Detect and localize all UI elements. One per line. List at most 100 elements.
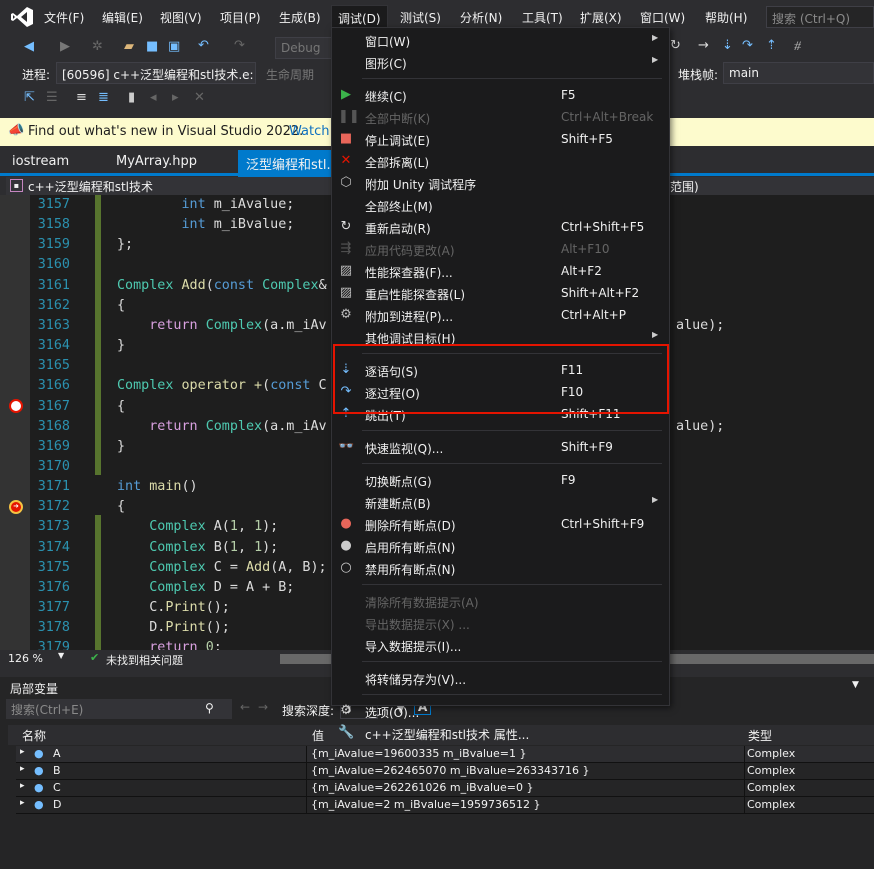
step-over-icon[interactable]: ↷ xyxy=(742,38,753,54)
save-all-icon[interactable]: ▣ xyxy=(168,39,180,55)
column-name[interactable]: 名称 xyxy=(18,725,50,745)
menu-item-32[interactable]: 将转储另存为(V)... xyxy=(332,667,669,689)
line-number: 3157 xyxy=(37,197,70,212)
stackframe-dropdown[interactable]: main xyxy=(723,62,874,84)
menu-9[interactable]: 扩展(X) xyxy=(580,9,622,26)
menu-item-3[interactable]: ▶ 继续(C) F5 xyxy=(332,84,669,106)
open-folder-icon[interactable]: ▰ xyxy=(124,39,134,55)
step-into-icon[interactable]: ⇣ xyxy=(722,38,733,54)
menu-7[interactable]: 分析(N) xyxy=(460,9,502,26)
table-row[interactable]: ▸ ● A {m_iAvalue=19600335 m_iBvalue=1 } Comp… xyxy=(16,746,874,763)
code-token: Complex xyxy=(149,579,206,595)
issues-status[interactable]: 未找到相关问题 xyxy=(106,652,183,668)
line-number: 3162 xyxy=(37,297,70,313)
prev-bookmark-icon[interactable]: ◂ xyxy=(150,90,157,106)
cell-value: {m_iAvalue=262465070 m_iBvalue=263343716… xyxy=(311,764,590,777)
tab-myarray[interactable]: MyArray.hpp xyxy=(116,154,197,169)
configuration-dropdown[interactable]: Debug xyxy=(275,37,335,59)
lifecycle-events-label[interactable]: 生命周期 xyxy=(266,66,314,83)
menu-item-9[interactable]: ↻ 重新启动(R) Ctrl+Shift+F5 xyxy=(332,216,669,238)
menu-item-23[interactable]: 新建断点(B) ▶ xyxy=(332,491,669,513)
parameter-info-icon[interactable]: ☰ xyxy=(46,90,58,106)
menu-item-20[interactable]: 👓 快速监视(Q)... Shift+F9 xyxy=(332,436,669,458)
column-divider xyxy=(306,797,307,814)
save-icon[interactable]: ■ xyxy=(146,39,158,55)
uncomment-icon[interactable]: ≣ xyxy=(98,90,109,106)
show-next-statement-icon[interactable]: → xyxy=(698,38,709,54)
comment-icon[interactable]: ≡ xyxy=(76,90,87,106)
restart-icon[interactable]: ↻ xyxy=(670,38,681,54)
menu-0[interactable]: 文件(F) xyxy=(44,9,84,26)
menu-6[interactable]: 测试(S) xyxy=(400,9,441,26)
expand-arrow-icon[interactable]: ▸ xyxy=(20,781,25,791)
menu-2[interactable]: 视图(V) xyxy=(160,9,202,26)
code-token: (); xyxy=(205,600,230,615)
watch-link[interactable]: Watch xyxy=(289,124,329,139)
code-text: int m_iAvalue; xyxy=(117,195,295,215)
code-token: & xyxy=(318,277,327,293)
next-bookmark-icon[interactable]: ▸ xyxy=(172,90,179,106)
menu-item-6[interactable]: ✕ 全部拆离(L) xyxy=(332,150,669,172)
menu-item-30[interactable]: 导入数据提示(I)... xyxy=(332,634,669,656)
code-token: int xyxy=(181,197,206,212)
menu-item-26[interactable]: ○ 禁用所有断点(N) xyxy=(332,557,669,579)
undo-icon[interactable]: ↶ xyxy=(198,38,209,54)
menu-item-25[interactable]: ● 启用所有断点(N) xyxy=(332,535,669,557)
scope-dropdown[interactable]: 范围) xyxy=(670,178,699,195)
search-icon[interactable]: ⚲ xyxy=(205,701,214,715)
menu-item-0[interactable]: 窗口(W) ▶ xyxy=(332,29,669,51)
column-value[interactable]: 值 xyxy=(308,725,328,745)
cell-name: B xyxy=(53,764,61,777)
menu-item-22[interactable]: 切换断点(G) F9 xyxy=(332,469,669,491)
quick-info-icon[interactable]: ⇱ xyxy=(24,90,35,106)
code-text: return 0; xyxy=(117,638,222,650)
step-out-icon[interactable]: ⇡ xyxy=(766,38,777,54)
forward-icon[interactable]: ▶ xyxy=(60,39,70,55)
menu-item-35[interactable]: 🔧 c++泛型编程和stl技术 属性... xyxy=(332,722,669,744)
hex-display-icon[interactable]: ⧣ xyxy=(794,38,801,54)
tab-iostream[interactable]: iostream xyxy=(12,154,69,169)
menu-11[interactable]: 帮助(H) xyxy=(705,9,747,26)
locals-search-input[interactable]: 搜索(Ctrl+E) xyxy=(6,699,232,719)
attach-icon: ⚙ xyxy=(340,307,352,322)
table-row[interactable]: ▸ ● D {m_iAvalue=2 m_iBvalue=1959736512 } Co… xyxy=(16,797,874,814)
table-row[interactable]: ▸ ● C {m_iAvalue=262261026 m_iBvalue=0 } Com… xyxy=(16,780,874,797)
table-row[interactable]: ▸ ● B {m_iAvalue=262465070 m_iBvalue=263343… xyxy=(16,763,874,780)
bookmark-icon[interactable]: ▮ xyxy=(128,90,135,106)
menu-item-1[interactable]: 图形(C) ▶ xyxy=(332,51,669,73)
panel-menu-icon[interactable]: ▼ xyxy=(852,680,859,690)
column-type[interactable]: 类型 xyxy=(744,725,776,745)
menu-item-34[interactable]: ⚙ 选项(O)... xyxy=(332,700,669,722)
menu-item-13[interactable]: ⚙ 附加到进程(P)... Ctrl+Alt+P xyxy=(332,304,669,326)
menu-item-8[interactable]: 全部终止(M) xyxy=(332,194,669,216)
menu-item-11[interactable]: ▨ 性能探查器(F)... Alt+F2 xyxy=(332,260,669,282)
back-icon[interactable]: ◀ xyxy=(24,39,34,55)
expand-arrow-icon[interactable]: ▸ xyxy=(20,798,25,808)
chevron-down-icon[interactable]: ▼ xyxy=(58,651,64,660)
back-arrow-icon[interactable]: ← xyxy=(240,700,250,714)
menu-item-label: 导出数据提示(X) ... xyxy=(365,618,470,632)
process-dropdown[interactable]: [60596] c++泛型编程和stl技术.e: xyxy=(56,62,256,84)
project-dropdown[interactable]: c++泛型编程和stl技术 xyxy=(28,180,153,194)
expand-arrow-icon[interactable]: ▸ xyxy=(20,747,25,757)
clear-bookmarks-icon[interactable]: ✕ xyxy=(194,90,205,106)
line-number: 3178 xyxy=(37,620,70,636)
menu-4[interactable]: 生成(B) xyxy=(279,9,321,26)
menu-3[interactable]: 项目(P) xyxy=(220,9,261,26)
expand-arrow-icon[interactable]: ▸ xyxy=(20,764,25,774)
zoom-dropdown[interactable]: 126 % xyxy=(8,652,43,665)
redo-icon[interactable]: ↷ xyxy=(234,38,245,54)
menu-item-12[interactable]: ▨ 重启性能探查器(L) Shift+Alt+F2 xyxy=(332,282,669,304)
new-item-icon[interactable]: ✲ xyxy=(92,39,103,55)
menu-1[interactable]: 编辑(E) xyxy=(102,9,143,26)
forward-arrow-icon[interactable]: → xyxy=(258,700,268,714)
menu-item-5[interactable]: ■ 停止调试(E) Shift+F5 xyxy=(332,128,669,150)
locals-title: 局部变量 xyxy=(10,682,59,696)
menu-10[interactable]: 窗口(W) xyxy=(640,9,685,26)
menu-8[interactable]: 工具(T) xyxy=(522,9,563,26)
menu-item-7[interactable]: ⬡ 附加 Unity 调试程序 xyxy=(332,172,669,194)
code-token: operator + xyxy=(181,378,263,394)
menu-item-label: 清除所有数据提示(A) xyxy=(365,596,479,610)
search-input[interactable]: 搜索 (Ctrl+Q) xyxy=(766,6,874,28)
menu-item-24[interactable]: ● 删除所有断点(D) Ctrl+Shift+F9 xyxy=(332,513,669,535)
